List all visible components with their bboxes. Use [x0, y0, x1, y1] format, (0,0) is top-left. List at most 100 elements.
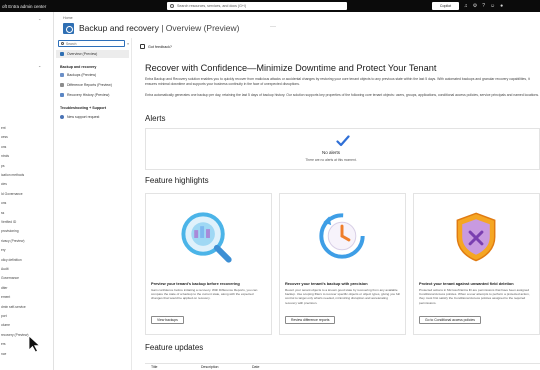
nav-item[interactable]: ers [0, 342, 53, 346]
nav-item[interactable]: provisioning [0, 229, 53, 233]
app-title[interactable]: oft Entra admin center [2, 4, 46, 9]
feedback-label: Got feedback? [148, 44, 172, 49]
feedback-icon[interactable]: ☺ [490, 2, 495, 10]
alerts-card: No alerts There are no alerts at this mo… [145, 128, 540, 170]
feature-updates-title: Feature updates [145, 343, 204, 352]
global-search-input[interactable]: Search resources, services, and docs (G+… [167, 2, 347, 10]
nav-item[interactable]: cies [0, 182, 53, 186]
backup-recovery-icon [63, 23, 74, 34]
history-icon [60, 93, 64, 97]
page-title: Backup and recovery | Overview (Preview) [79, 23, 239, 33]
overview-icon [60, 52, 64, 56]
nav-item[interactable]: ication methods [0, 173, 53, 177]
conditional-access-button[interactable]: Go to Conditional access policies [419, 316, 481, 324]
nav-item[interactable]: ery [0, 248, 53, 252]
menu-group-backup: Backup and recovery [60, 65, 97, 69]
backups-icon [60, 73, 64, 77]
chevron-down-icon[interactable]: ⌄ [38, 63, 41, 68]
menu-item-label: Recovery History (Preview) [67, 93, 110, 97]
feature-card-preview: Preview your tenant's backup before reco… [145, 193, 272, 335]
feature-card-title: Preview your tenant's backup before reco… [151, 281, 240, 286]
nav-item[interactable]: nce [0, 352, 53, 356]
nav-item[interactable]: Id Governance [0, 192, 53, 196]
no-alerts-text: No alerts [321, 150, 340, 155]
mouse-cursor-icon [28, 335, 41, 353]
feedback-button[interactable]: Got feedback? [140, 44, 172, 49]
nav-item[interactable]: Audit [0, 267, 53, 271]
nav-item[interactable]: ntrols [0, 154, 53, 158]
nav-item[interactable]: ons [0, 201, 53, 205]
chevron-up-icon[interactable]: ⌃ [38, 18, 41, 23]
menu-item-label: Backups (Preview) [67, 73, 97, 77]
top-bar: oft Entra admin center Search resources,… [0, 0, 540, 12]
reports-icon [60, 83, 64, 87]
nav-item[interactable]: ent [0, 126, 53, 130]
nav-item[interactable]: ement [0, 295, 53, 299]
nav-item[interactable]: ss [0, 211, 53, 215]
updates-table-header: Title Description Date [145, 363, 540, 370]
nav-item[interactable]: olicy definition [0, 258, 53, 262]
feature-card-title: Protect your tenant against unwanted fie… [419, 281, 514, 286]
column-header-description[interactable]: Description [201, 365, 219, 369]
checkmark-icon [336, 135, 350, 147]
nav-item[interactable]: ps [0, 164, 53, 168]
nav-item[interactable]: dmin self-service [0, 305, 53, 309]
hero-title: Recover with Confidence—Minimize Downtim… [145, 63, 437, 73]
search-icon [61, 42, 64, 45]
nav-item[interactable]: Verified ID [0, 220, 53, 224]
search-icon [170, 4, 174, 8]
feature-card-description: Protected actions in Microsoft Entra ID … [419, 288, 530, 305]
nav-item[interactable]: Governance [0, 276, 53, 280]
left-navigation: ⌃ ⌄ ent cess ons ntrols ps ication metho… [0, 12, 54, 370]
alerts-title: Alerts [145, 114, 166, 123]
more-options-icon[interactable]: ··· [270, 24, 276, 30]
preview-backup-icon [181, 212, 232, 263]
nav-item[interactable]: olume [0, 323, 53, 327]
menu-item-recovery-history[interactable]: Recovery History (Preview) [56, 91, 129, 99]
menu-search-input[interactable]: Search [58, 40, 125, 47]
menu-item-support-request[interactable]: New support request [56, 113, 129, 121]
menu-item-label: Difference Reports (Preview) [67, 83, 112, 87]
bell-icon[interactable]: ♫ [464, 2, 468, 10]
hero-description-2: Entra automatically generates one backup… [145, 93, 539, 97]
resource-menu: Search « Overview (Preview) Backup and r… [54, 38, 132, 370]
column-header-date[interactable]: Date [252, 365, 259, 369]
account-icon[interactable]: ● [500, 2, 503, 10]
feature-highlights-title: Feature highlights [145, 176, 209, 185]
nav-item[interactable]: port [0, 314, 53, 318]
collapse-menu-icon[interactable]: « [127, 41, 129, 46]
page-title-main: Backup and recovery [79, 23, 159, 33]
view-backups-button[interactable]: View backups [151, 316, 184, 324]
nav-item[interactable]: ons [0, 145, 53, 149]
search-placeholder: Search resources, services, and docs (G+… [177, 4, 247, 8]
menu-item-label: Overview (Preview) [67, 52, 98, 56]
menu-group-support: Troubleshooting + Support [60, 106, 107, 110]
support-icon [60, 115, 64, 119]
copilot-button[interactable]: Copilot [432, 2, 459, 10]
menu-item-overview[interactable]: Overview (Preview) [56, 50, 129, 58]
nav-item[interactable]: diter [0, 286, 53, 290]
recover-clock-icon [319, 213, 365, 259]
feedback-icon [140, 44, 145, 49]
gear-icon[interactable]: ⚙ [473, 2, 477, 10]
top-icons: ♫ ⚙ ? ☺ ● [464, 2, 503, 10]
no-alerts-subtext: There are no alerts at this moment. [305, 158, 357, 162]
review-difference-reports-button[interactable]: Review difference reports [285, 316, 336, 324]
nav-item[interactable]: cess [0, 135, 53, 139]
page-title-sub: | Overview (Preview) [158, 23, 240, 33]
column-header-title[interactable]: Title [151, 365, 157, 369]
overview-content: Recover with Confidence—Minimize Downtim… [145, 56, 540, 370]
shield-icon [456, 212, 496, 262]
menu-item-backups[interactable]: Backups (Preview) [56, 71, 129, 79]
feature-card-title: Recover your tenant's backup with precis… [285, 281, 368, 286]
menu-item-difference-reports[interactable]: Difference Reports (Preview) [56, 81, 129, 89]
nav-item-backup-recovery[interactable]: recovery (Preview) [0, 333, 53, 337]
hero-description: Entra Backup and Recovery solution enabl… [145, 77, 530, 86]
feature-card-recover: Recover your tenant's backup with precis… [279, 193, 406, 335]
breadcrumb[interactable]: Home [63, 16, 73, 20]
feature-card-description: Gain confidence before initiating a reco… [151, 288, 258, 301]
feature-card-description: Revert your tenant objects to a known go… [285, 288, 400, 305]
nav-item[interactable]: rivacy (Preview) [0, 239, 53, 243]
help-icon[interactable]: ? [482, 2, 485, 10]
feature-card-protect: Protect your tenant against unwanted fie… [413, 193, 540, 335]
